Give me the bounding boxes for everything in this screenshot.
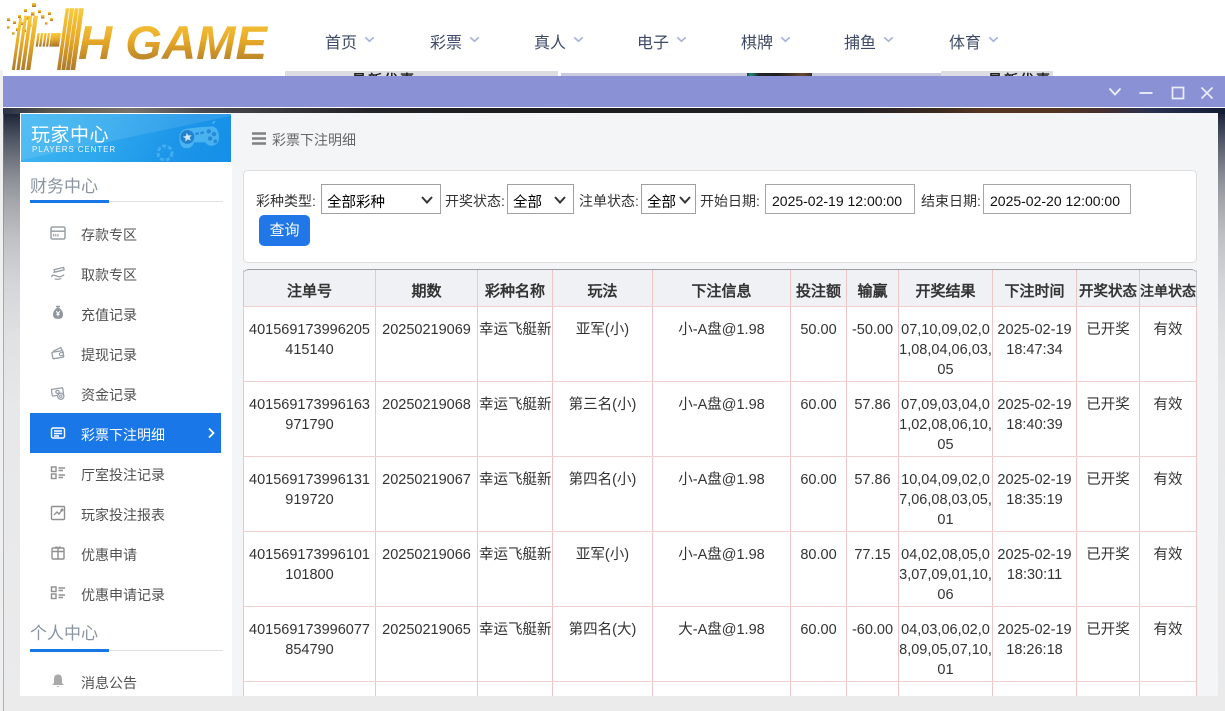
svg-text:H GAME: H GAME [78,16,269,69]
